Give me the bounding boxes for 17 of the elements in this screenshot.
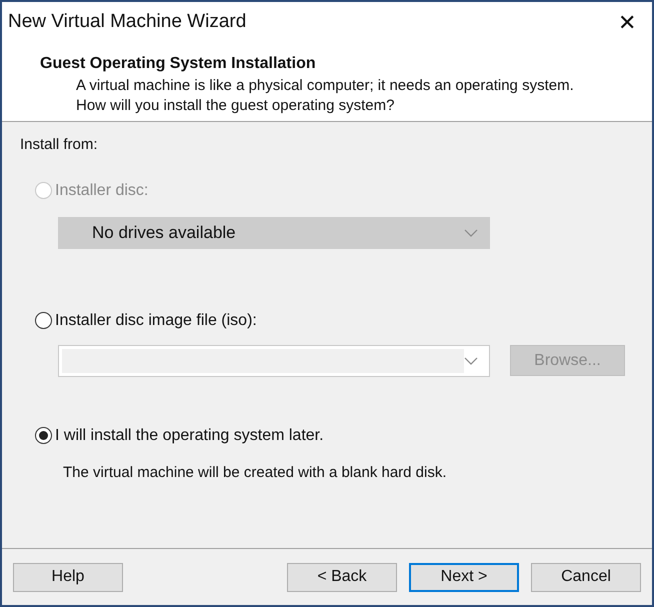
- radio-button[interactable]: [35, 427, 52, 444]
- dialog-button[interactable]: Help: [13, 562, 123, 592]
- chevron-down-icon: [464, 356, 478, 364]
- option-label[interactable]: I will install the operating system later.: [55, 424, 324, 448]
- window-title: New Virtual Machine Wizard: [8, 10, 246, 34]
- chevron-down-icon: [464, 228, 478, 236]
- dialog-button[interactable]: < Back: [287, 562, 397, 592]
- header-description: A virtual machine is like a physical computer; it needs an operating system. How will you install the guest operating system?: [76, 76, 575, 116]
- radio-button[interactable]: [35, 312, 52, 329]
- dialog-button[interactable]: Next >: [409, 562, 519, 592]
- dropdown-value: No drives available: [91, 222, 236, 244]
- option-label[interactable]: Installer disc image file (iso):: [55, 308, 257, 332]
- header-title: Guest Operating System Installation: [40, 54, 317, 74]
- dialog-button[interactable]: Cancel: [531, 562, 641, 592]
- option-note: The virtual machine will be created with a blank hard disk.: [62, 462, 448, 482]
- close-button[interactable]: ✕: [618, 6, 636, 38]
- install-from-label: Install from:: [20, 135, 99, 155]
